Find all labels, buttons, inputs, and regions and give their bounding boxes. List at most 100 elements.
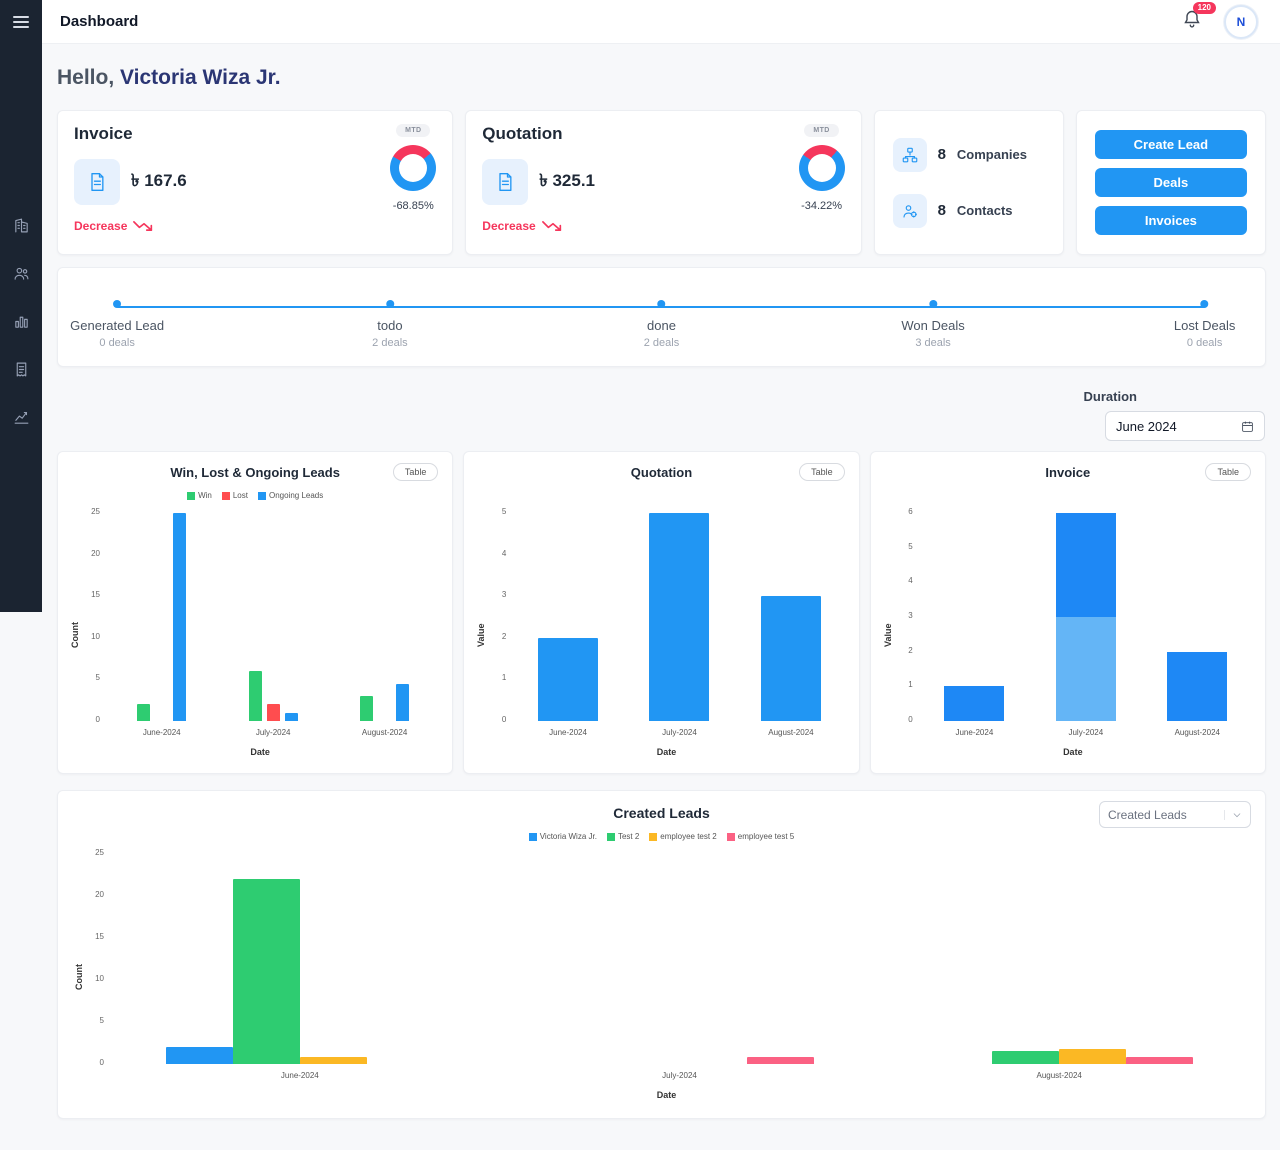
- y-tick-label: 2: [893, 646, 913, 655]
- deals-button[interactable]: Deals: [1095, 168, 1247, 197]
- pipeline-dot: [929, 300, 937, 308]
- x-axis-categories: June-2024July-2024August-2024: [84, 1071, 1249, 1080]
- bar: [137, 704, 150, 721]
- duration-label: Duration: [1084, 389, 1137, 404]
- pipeline-stage-done: done 2 deals: [644, 300, 679, 349]
- y-axis-title: Count: [74, 854, 84, 1100]
- sidebar-item-invoices[interactable]: [12, 360, 30, 378]
- sidebar-item-company[interactable]: [12, 216, 30, 234]
- category-group: [106, 513, 217, 721]
- greeting: Hello, Victoria Wiza Jr.: [57, 66, 1266, 90]
- invoices-button[interactable]: Invoices: [1095, 206, 1247, 235]
- duration-date-input[interactable]: June 2024: [1105, 411, 1265, 441]
- y-tick-label: 15: [80, 590, 100, 599]
- bar: [1059, 1049, 1126, 1064]
- deals-pipeline-card: Generated Lead 0 deals todo 2 deals done…: [57, 267, 1266, 367]
- bar-segment: [1056, 513, 1116, 617]
- chart-legend: [883, 490, 1253, 501]
- table-button[interactable]: Table: [1205, 463, 1251, 481]
- category-group: [490, 854, 870, 1064]
- companies-icon: [893, 138, 927, 172]
- category-group: [1030, 513, 1141, 721]
- mtd-badge: MTD: [396, 124, 430, 137]
- stage-sub: 3 deals: [915, 337, 950, 349]
- legend-item: Lost: [222, 491, 248, 500]
- notifications-button[interactable]: 120: [1182, 9, 1202, 34]
- x-axis-title: Date: [486, 747, 846, 757]
- pipeline-stage-todo: todo 2 deals: [372, 300, 407, 349]
- y-tick-label: 3: [486, 590, 506, 599]
- created-leads-select[interactable]: Created Leads: [1099, 801, 1251, 828]
- companies-count: 8: [938, 146, 946, 163]
- category-group: [217, 513, 328, 721]
- building-icon: [13, 217, 30, 234]
- y-tick-label: 5: [84, 1016, 104, 1025]
- y-tick-label: 20: [80, 549, 100, 558]
- stage-sub: 2 deals: [372, 337, 407, 349]
- bar-segment: [1167, 652, 1227, 721]
- chart-card-invoice: Invoice Table Value 0123456 June-2024Jul…: [870, 451, 1266, 774]
- legend-color-chip: [607, 833, 615, 841]
- x-tick-label: June-2024: [919, 728, 1030, 737]
- stacked-bar: [1056, 513, 1116, 721]
- legend-color-chip: [529, 833, 537, 841]
- avatar[interactable]: N: [1224, 5, 1258, 39]
- legend-color-chip: [649, 833, 657, 841]
- x-tick-label: August-2024: [869, 1071, 1249, 1080]
- bar-chart-plot: [110, 854, 1249, 1064]
- pipeline-dot: [1201, 300, 1209, 308]
- bar: [300, 1057, 367, 1064]
- invoice-donut-chart: [390, 145, 436, 191]
- bar: [649, 513, 709, 721]
- y-tick-label: 6: [893, 507, 913, 516]
- y-tick-label: 4: [893, 576, 913, 585]
- x-tick-label: July-2024: [217, 728, 328, 737]
- entity-stats-card: 8 Companies 8 Contacts: [874, 110, 1064, 255]
- chart-legend: [476, 490, 846, 501]
- bar-segment: [944, 686, 1004, 721]
- chevron-down-icon: [1224, 810, 1242, 820]
- y-axis-title: Value: [476, 513, 486, 757]
- legend-item: Victoria Wiza Jr.: [529, 832, 597, 841]
- quotation-donut-chart: [799, 145, 845, 191]
- x-tick-label: June-2024: [512, 728, 623, 737]
- y-tick-label: 10: [80, 632, 100, 641]
- create-lead-button[interactable]: Create Lead: [1095, 130, 1247, 159]
- x-axis-title: Date: [84, 1090, 1249, 1100]
- menu-toggle-button[interactable]: [0, 0, 42, 44]
- calendar-icon: [1241, 420, 1254, 433]
- y-tick-label: 1: [893, 680, 913, 689]
- duration-value: June 2024: [1116, 419, 1177, 434]
- mtd-badge: MTD: [804, 124, 838, 137]
- table-button[interactable]: Table: [799, 463, 845, 481]
- y-tick-label: 5: [80, 673, 100, 682]
- sidebar-item-contacts[interactable]: [12, 264, 30, 282]
- bar-chart-plot: [512, 513, 846, 721]
- category-group: [110, 854, 490, 1064]
- companies-label: Companies: [957, 147, 1027, 162]
- stacked-bar: [1167, 513, 1227, 721]
- y-tick-label: 0: [80, 715, 100, 724]
- chart-card-quotation: Quotation Table Value 012345 June-2024Ju…: [463, 451, 859, 774]
- bar: [396, 684, 409, 721]
- x-tick-label: August-2024: [735, 728, 846, 737]
- bar-chart-plot: [106, 513, 440, 721]
- x-tick-label: July-2024: [624, 728, 735, 737]
- x-axis-categories: June-2024July-2024August-2024: [80, 728, 440, 737]
- bar: [173, 513, 186, 721]
- y-tick-label: 0: [84, 1058, 104, 1067]
- sidebar-item-analytics[interactable]: [12, 408, 30, 426]
- bar: [166, 1047, 233, 1064]
- bar-chart-plot: [919, 513, 1253, 721]
- card-title: Quotation: [482, 124, 595, 144]
- top-header: Dashboard 120 N: [42, 0, 1280, 44]
- table-button[interactable]: Table: [393, 463, 439, 481]
- pipeline-stage-won-deals: Won Deals 3 deals: [901, 300, 964, 349]
- invoice-summary-card: Invoice ৳ 167.6 Decrease MTD -68.85%: [57, 110, 453, 255]
- legend-item: Ongoing Leads: [258, 491, 323, 500]
- chart-legend: Victoria Wiza Jr.Test 2employee test 2em…: [74, 831, 1249, 842]
- avatar-text: N: [1237, 15, 1246, 29]
- y-tick-label: 4: [486, 549, 506, 558]
- y-tick-label: 25: [84, 848, 104, 857]
- sidebar-item-reports[interactable]: [12, 312, 30, 330]
